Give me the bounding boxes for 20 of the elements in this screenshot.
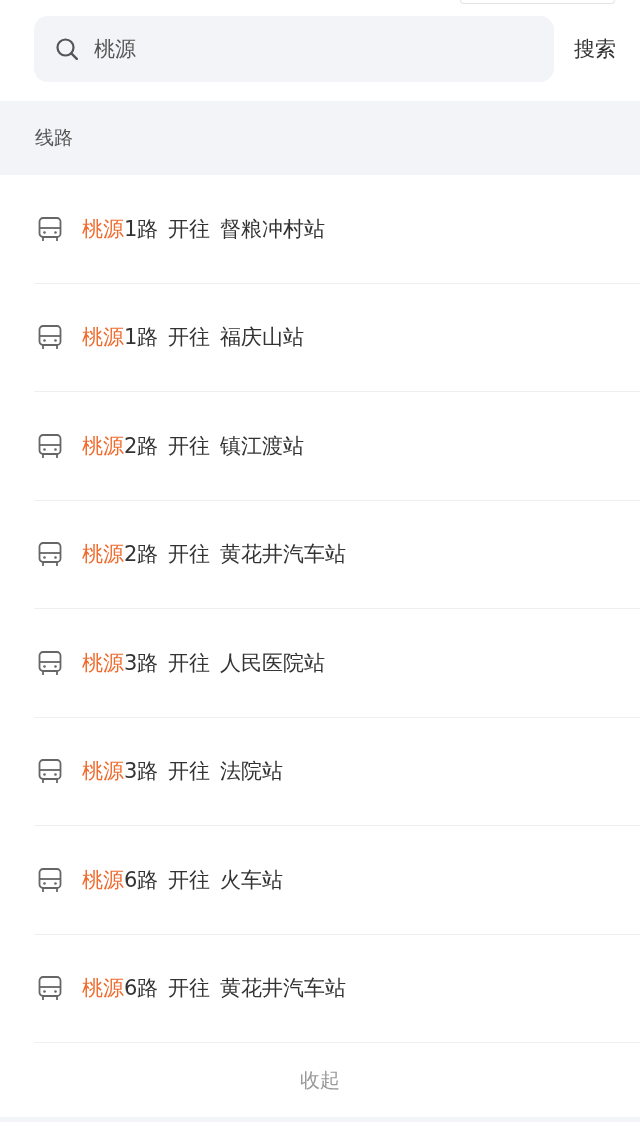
route-label[interactable]: 桃源2路 开往 黄花井汽车站 xyxy=(82,540,347,569)
route-label[interactable]: 桃源3路 开往 法院站 xyxy=(82,757,284,786)
bus-icon xyxy=(38,759,62,784)
bus-icon xyxy=(38,433,62,458)
bus-icon xyxy=(38,650,62,675)
section-title: 线路 xyxy=(35,125,73,150)
bus-icon xyxy=(38,976,62,1001)
bus-icon xyxy=(38,542,62,567)
route-label[interactable]: 桃源1路 开往 督粮冲村站 xyxy=(82,214,326,243)
bus-icon xyxy=(38,325,62,350)
search-button[interactable]: 搜索 xyxy=(572,31,618,67)
bus-icon xyxy=(38,216,62,241)
route-label[interactable]: 桃源2路 开往 镇江渡站 xyxy=(82,431,305,460)
route-label[interactable]: 桃源3路 开往 人民医院站 xyxy=(82,648,326,677)
search-icon xyxy=(56,38,78,60)
route-label[interactable]: 桃源6路 开往 火车站 xyxy=(82,865,284,894)
route-label[interactable]: 桃源1路 开往 福庆山站 xyxy=(82,323,305,352)
search-field[interactable]: 桃源 xyxy=(34,16,554,82)
route-label[interactable]: 桃源6路 开往 黄花井汽车站 xyxy=(82,974,347,1003)
bus-icon xyxy=(38,867,62,892)
